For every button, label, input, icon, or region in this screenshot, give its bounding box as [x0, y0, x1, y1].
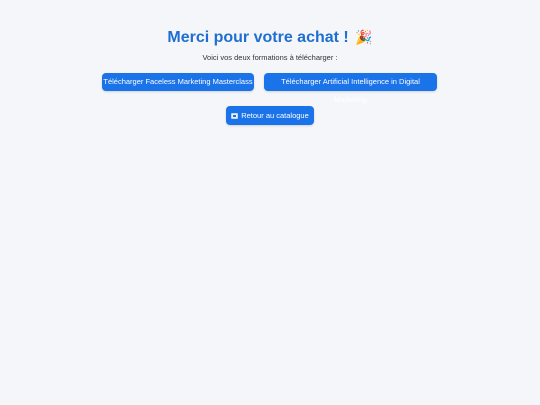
download-instructions: Voici vos deux formations à télécharger …	[202, 53, 338, 62]
page-title-text: Merci pour votre achat !	[167, 29, 349, 46]
thank-you-page: Merci pour votre achat ! 🎉 Voici vos deu…	[0, 0, 540, 405]
download-faceless-marketing-button[interactable]: Télécharger Faceless Marketing Mastercla…	[102, 73, 254, 91]
back-to-catalog-label: Retour au catalogue	[241, 111, 309, 120]
page-title: Merci pour votre achat ! 🎉	[0, 27, 540, 48]
back-box-icon	[231, 113, 239, 119]
party-popper-icon: 🎉	[355, 29, 373, 45]
back-to-catalog-button[interactable]: Retour au catalogue	[226, 106, 314, 125]
download-ai-digital-marketing-button[interactable]: Télécharger Artificial Intelligence in D…	[264, 73, 437, 104]
